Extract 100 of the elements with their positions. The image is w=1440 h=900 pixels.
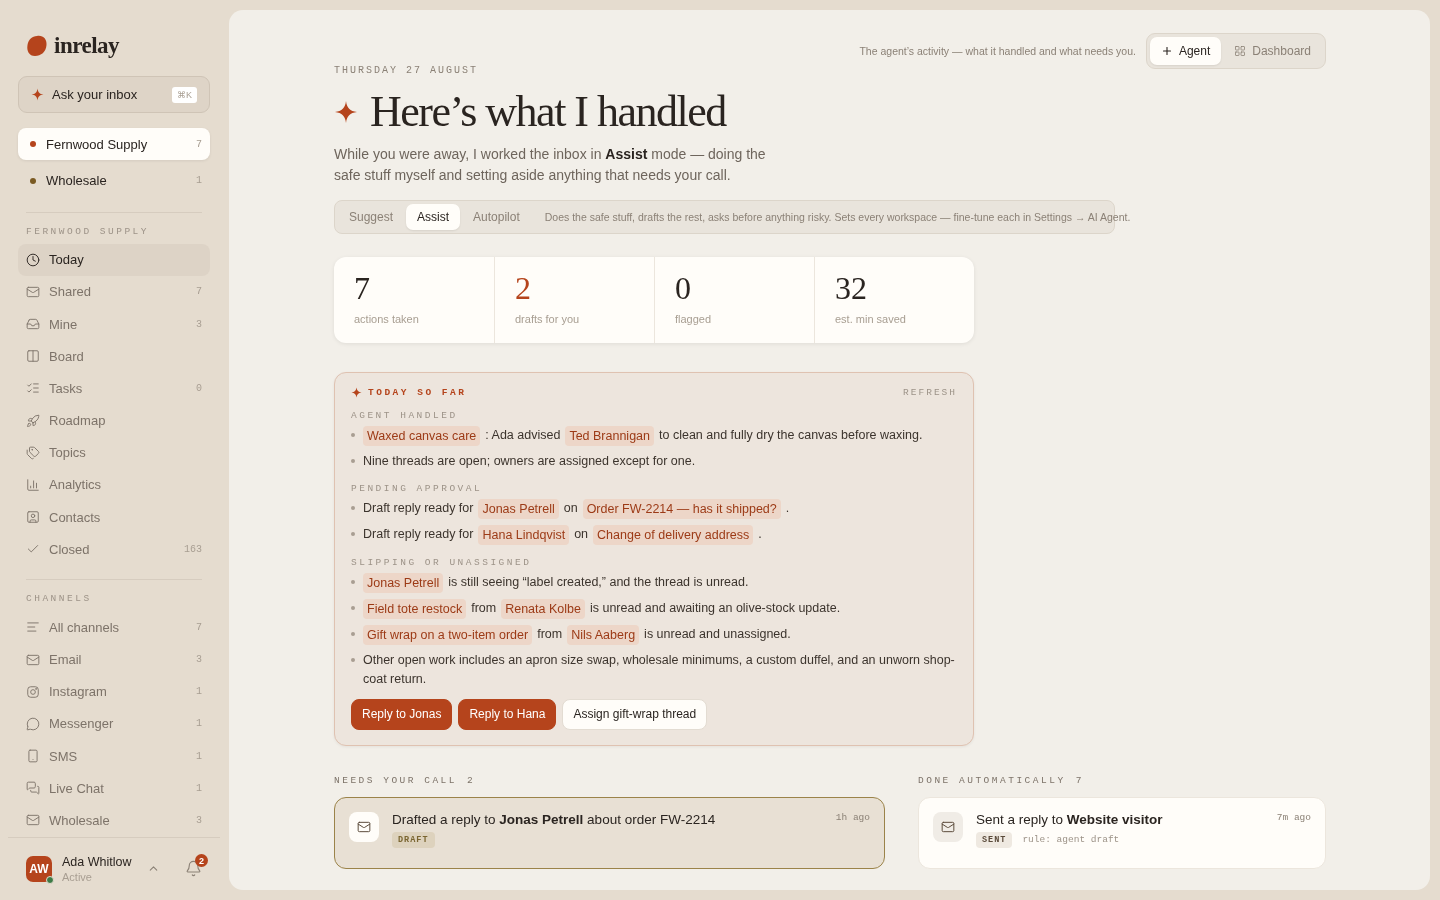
chat-bubble-icon	[26, 716, 40, 731]
bullet-dot	[351, 459, 355, 464]
summary-text: from	[471, 600, 497, 618]
summary-text: Other open work includes an apron size swap, wholesale minimums, a custom duffel, and an unworn shop-coat return.	[363, 651, 956, 688]
sidebar-item[interactable]: Shared 7	[18, 275, 210, 308]
mode-tab[interactable]: Autopilot	[462, 204, 531, 231]
summary-text: .	[785, 500, 790, 518]
stat-value: 0	[675, 271, 692, 307]
workspace-item[interactable]: Fernwood Supply 7	[18, 128, 210, 160]
sidebar-item[interactable]: Topics	[18, 436, 210, 469]
page-title: Here’s what I handled	[370, 88, 726, 137]
section-heading: AGENT HANDLED	[351, 409, 459, 421]
thread-chip[interactable]: Jonas Petrell	[363, 572, 444, 593]
mode-tab[interactable]: Suggest	[338, 204, 405, 231]
section-count: 7	[1075, 774, 1084, 786]
bar-chart-icon	[26, 477, 40, 492]
section-title: FERNWOOD SUPPLY	[25, 224, 150, 239]
section-title: NEEDS YOUR CALL	[334, 774, 457, 786]
ask-inbox-button[interactable]: Ask your inbox ⌘K	[18, 75, 210, 114]
sidebar-item[interactable]: All channels 7	[18, 611, 210, 644]
activity-text: Sent a reply to Website visitor	[976, 811, 1164, 827]
stat-label: actions taken	[354, 312, 420, 325]
summary-text: Draft reply ready for	[363, 500, 474, 518]
columns-icon	[26, 349, 40, 364]
sparkle-icon	[31, 88, 44, 101]
stat-value: 7	[354, 271, 371, 307]
action-button[interactable]: Reply to Hana	[458, 698, 557, 730]
thread-chip[interactable]: Hana Lindqvist	[478, 524, 570, 545]
bell-icon	[185, 860, 202, 878]
plus-icon	[1160, 45, 1173, 57]
thread-chip[interactable]: Order FW-2214 — has it shipped?	[582, 498, 781, 519]
section-heading: PENDING APPROVAL	[351, 482, 484, 494]
sidebar-item[interactable]: Contacts	[18, 500, 210, 534]
section-title: DONE AUTOMATICALLY	[918, 774, 1066, 786]
contact-card-icon	[26, 510, 40, 525]
activity-text: Drafted a reply to Jonas Petrell about order FW-2214	[392, 811, 717, 827]
view-tab[interactable]: Agent	[1149, 37, 1222, 65]
thread-chip[interactable]: Waxed canvas care	[363, 425, 481, 446]
action-button[interactable]: Reply to Jonas	[351, 698, 453, 730]
activity-card[interactable]: Sent a reply to Website visitor SENT rule: agent draft 7m ago	[918, 796, 1326, 869]
activity-card[interactable]: Drafted a reply to Jonas Petrell about order FW-2214 DRAFT 1h ago	[334, 796, 885, 869]
user-status: Active	[62, 870, 93, 883]
sparkle-icon	[351, 386, 362, 398]
sidebar-item[interactable]: Wholesale 3	[18, 804, 210, 837]
stat-value: 2	[515, 271, 532, 307]
user-name: Ada Whitlow	[62, 854, 132, 869]
workspace-item[interactable]: Wholesale 1	[18, 164, 210, 197]
thread-chip[interactable]: Nils Aaberg	[567, 624, 640, 645]
thread-chip[interactable]: Change of delivery address	[593, 524, 754, 545]
summary-text: on	[574, 526, 589, 544]
sidebar-item[interactable]: Mine 3	[18, 307, 210, 341]
bullet-dot	[351, 580, 355, 585]
user-avatar[interactable]: AW	[26, 855, 52, 882]
mail-icon	[26, 284, 40, 299]
stat-label: est. min saved	[835, 312, 907, 325]
status-tag: DRAFT	[392, 831, 435, 848]
sidebar-item[interactable]: Closed 163	[18, 533, 210, 566]
summary-text: is unread and unassigned.	[644, 626, 791, 644]
mail-icon	[26, 652, 40, 667]
action-button[interactable]: Assign gift-wrap thread	[562, 698, 708, 730]
summary-text: from	[537, 626, 563, 644]
summary-text: is unread and awaiting an olive-stock update.	[589, 600, 841, 618]
stat-label: flagged	[675, 312, 713, 325]
sidebar-item[interactable]: Live Chat 1	[18, 772, 210, 805]
mail-icon	[349, 811, 379, 842]
timestamp: 1h ago	[835, 811, 870, 825]
sidebar-item[interactable]: Messenger 1	[18, 707, 210, 740]
notifications-button[interactable]: 2	[178, 853, 209, 885]
date-label: THURSDAY 27 AUGUST	[334, 65, 480, 76]
notification-badge: 2	[195, 854, 208, 868]
summary-text: to clean and fully dry the canvas before waxing.	[659, 427, 923, 445]
bullet-dot	[351, 532, 355, 537]
sidebar-item[interactable]: SMS 1	[18, 740, 210, 773]
bullet-dot	[351, 606, 355, 611]
thread-chip[interactable]: Field tote restock	[363, 598, 467, 619]
intro-text: While you were away, I worked the inbox in Assist mode — doing the safe stuff myself and setting aside anything that needs your call.	[334, 145, 767, 186]
mail-icon	[26, 813, 40, 828]
sidebar-item[interactable]: Analytics	[18, 468, 210, 501]
sidebar-item[interactable]: Email 3	[18, 643, 210, 676]
section-title: CHANNELS	[25, 592, 93, 607]
thread-chip[interactable]: Jonas Petrell	[478, 498, 559, 519]
phone-icon	[26, 749, 40, 764]
sidebar-item[interactable]: Today	[18, 243, 210, 276]
sidebar-item[interactable]: Roadmap	[18, 404, 210, 437]
view-tab[interactable]: Dashboard	[1223, 37, 1322, 65]
logo-text: inrelay	[54, 32, 120, 59]
stat-value: 32	[835, 271, 868, 307]
section-heading: SLIPPING OR UNASSIGNED	[351, 556, 533, 568]
thread-chip[interactable]: Renata Kolbe	[501, 598, 585, 619]
thread-chip[interactable]: Ted Brannigan	[565, 425, 654, 446]
sidebar-item[interactable]: Board	[18, 340, 210, 373]
sidebar-item[interactable]: Instagram 1	[18, 675, 210, 708]
thread-chip[interactable]: Gift wrap on a two-item order	[363, 624, 533, 645]
camera-icon	[26, 684, 40, 699]
bullet-dot	[351, 433, 355, 438]
status-tag: SENT	[976, 831, 1013, 848]
shortcut-hint: ⌘K	[172, 86, 197, 103]
grid-icon	[1234, 45, 1247, 57]
header-caption: The agent’s activity — what it handled and what needs you.	[859, 45, 1136, 57]
mode-tab[interactable]: Assist	[406, 204, 461, 231]
